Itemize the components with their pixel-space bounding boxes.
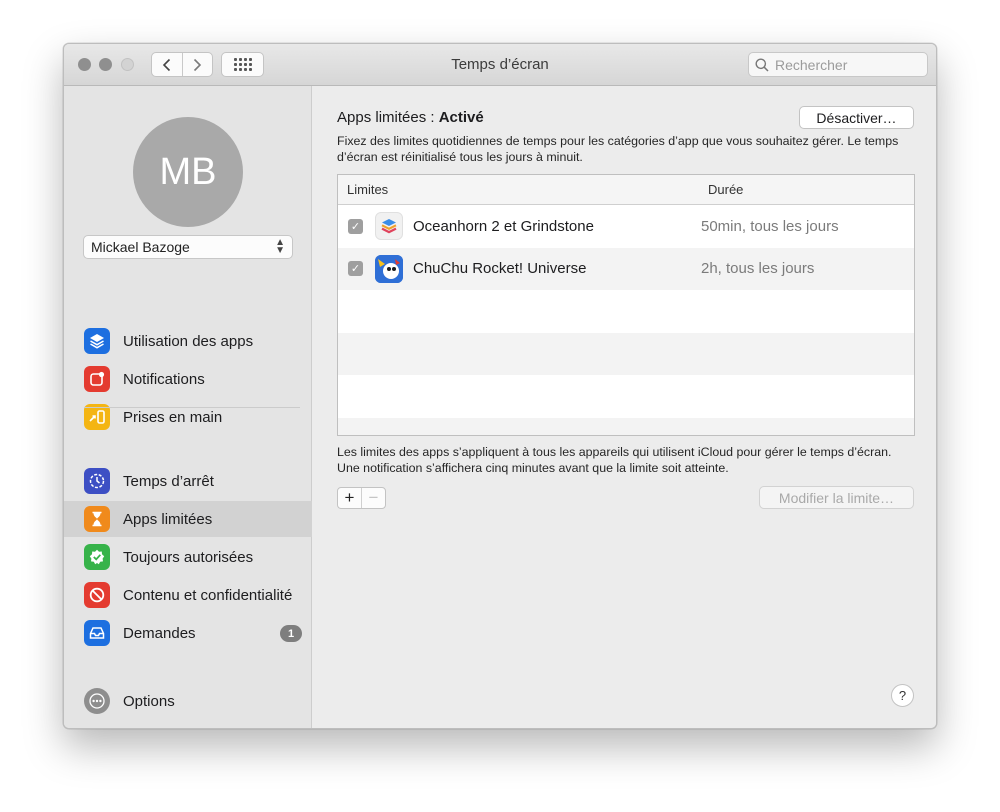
sidebar-item-label: Demandes [123, 624, 196, 642]
empty-row [338, 375, 914, 418]
system-preferences-window: Temps d’écran MB Mickael Bazoge ▲▼ Utili… [63, 43, 937, 729]
limit-enabled-checkbox[interactable]: ✓ [348, 261, 363, 277]
search-field[interactable] [748, 52, 928, 77]
table-row[interactable]: ✓ ChuChu Rocket! Universe 2h, tous les j… [338, 247, 914, 290]
checkmark-shield-icon [84, 544, 110, 570]
user-name: Mickael Bazoge [91, 239, 190, 255]
table-header: Limites Durée [338, 175, 914, 205]
disable-app-limits-button[interactable]: Désactiver… [799, 106, 914, 129]
sidebar-item-requests[interactable]: Demandes 1 [64, 615, 312, 651]
help-button[interactable]: ? [891, 684, 914, 707]
search-input[interactable] [775, 56, 925, 73]
add-remove-buttons: + − [337, 487, 386, 509]
chuchu-rocket-app-icon [375, 254, 403, 283]
sidebar-item-label: Prises en main [123, 408, 223, 426]
sidebar-item-pickups[interactable]: Prises en main [64, 399, 312, 435]
sidebar: MB Mickael Bazoge ▲ ▼ Utilisation des app… [64, 86, 312, 728]
sidebar-item-label: Contenu et confidentialité [123, 586, 293, 604]
empty-row [338, 332, 914, 375]
status-prefix: Apps limitées : [337, 109, 439, 126]
add-limit-button[interactable]: + [338, 488, 361, 508]
limit-enabled-checkbox[interactable]: ✓ [348, 218, 363, 234]
remove-limit-button[interactable]: − [361, 488, 385, 508]
sidebar-item-label: Apps limitées [123, 510, 213, 528]
empty-row [338, 290, 914, 333]
column-header-duration[interactable]: Durée [698, 182, 914, 197]
limit-duration: 2h, tous les jours [701, 260, 815, 278]
more-options-icon [84, 688, 110, 714]
avatar[interactable]: MB [133, 117, 243, 227]
app-name: ChuChu Rocket! Universe [413, 260, 587, 278]
sidebar-item-options[interactable]: Options [64, 683, 312, 719]
sidebar-item-label: Notifications [123, 370, 205, 388]
table-row[interactable]: ✓ Oceanhorn 2 et Grindstone 50min, tous … [338, 205, 914, 248]
app-limits-description: Fixez des limites quotidiennes de temps … [337, 134, 899, 164]
hourglass-icon [84, 506, 110, 532]
status-value: Activé [438, 109, 484, 126]
sidebar-item-label: Toujours autorisées [123, 548, 254, 566]
sidebar-item-always-allowed[interactable]: Toujours autorisées [64, 539, 312, 575]
user-selector[interactable]: Mickael Bazoge ▲ ▼ [83, 235, 293, 259]
sidebar-separator [84, 407, 300, 408]
column-header-limits[interactable]: Limites [338, 182, 698, 197]
app-limits-panel: Apps limitées : Activé Désactiver… Fixez… [313, 86, 936, 728]
modify-limit-button[interactable]: Modifier la limite… [759, 486, 914, 509]
sidebar-item-label: Utilisation des apps [123, 332, 254, 350]
oceanhorn-app-icon [375, 212, 403, 241]
layers-icon [84, 328, 110, 354]
app-limits-status: Apps limitées : Activé [337, 109, 484, 126]
sidebar-item-content-privacy[interactable]: Contenu et confidentialité [64, 577, 312, 613]
restriction-icon [84, 582, 110, 608]
title-bar: Temps d’écran [64, 44, 936, 86]
empty-row [338, 417, 914, 435]
options-label: Options [123, 692, 175, 710]
up-down-chevron-icon: ▲ ▼ [275, 237, 285, 256]
sidebar-item-app-limits[interactable]: Apps limitées [64, 501, 312, 537]
notification-icon [84, 366, 110, 392]
inbox-icon [84, 620, 110, 646]
app-limits-table: Limites Durée ✓ Oceanhorn 2 et Grindston… [337, 174, 915, 436]
app-limits-footnote: Les limites des apps s’appliquent à tous… [337, 445, 892, 475]
downtime-icon [84, 468, 110, 494]
sidebar-item-downtime[interactable]: Temps d’arrêt [64, 463, 312, 499]
requests-count-badge: 1 [280, 625, 302, 642]
limit-duration: 50min, tous les jours [701, 217, 839, 235]
sidebar-item-notifications[interactable]: Notifications [64, 361, 312, 397]
sidebar-item-app-usage[interactable]: Utilisation des apps [64, 323, 312, 359]
app-name: Oceanhorn 2 et Grindstone [413, 217, 594, 235]
table-body: ✓ Oceanhorn 2 et Grindstone 50min, tous … [338, 205, 914, 435]
search-icon [755, 58, 769, 72]
sidebar-item-label: Temps d’arrêt [123, 472, 214, 490]
